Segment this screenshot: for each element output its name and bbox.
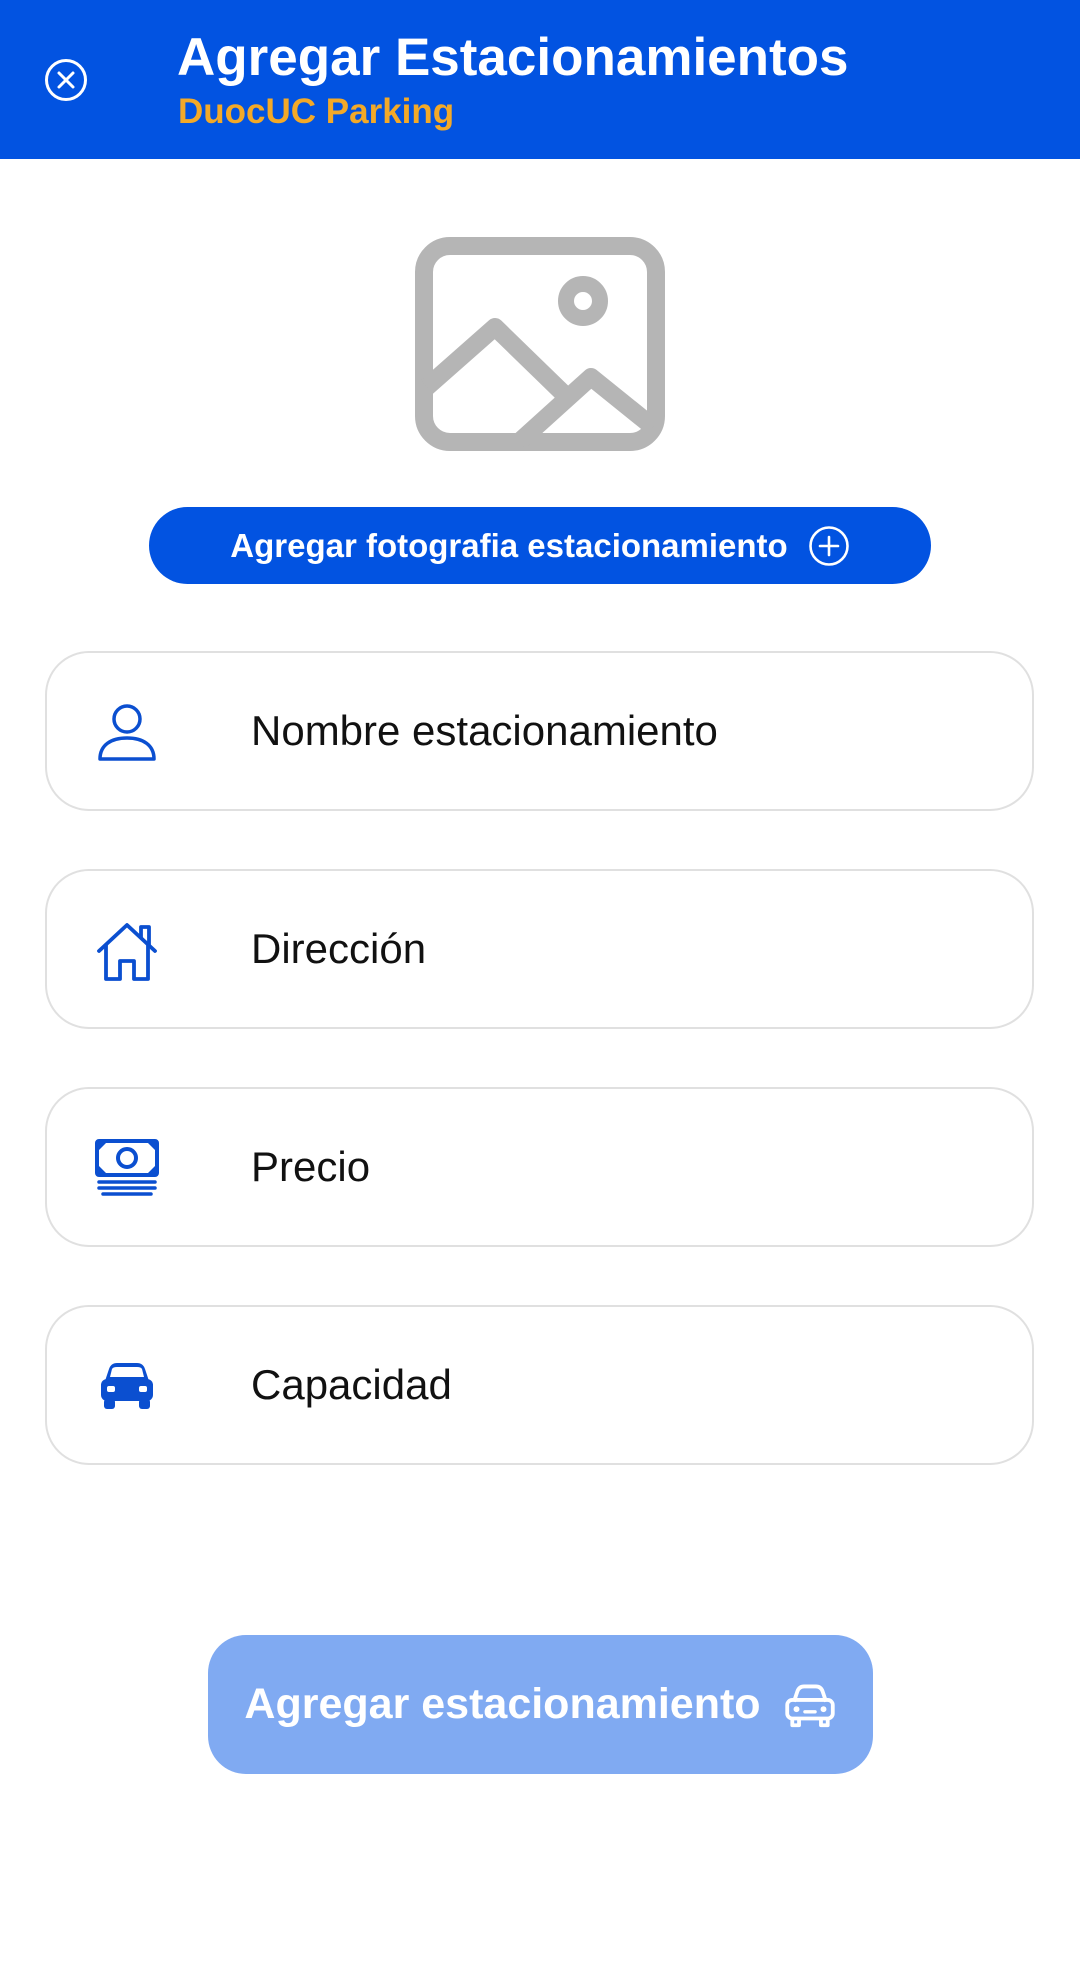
address-field[interactable]: Dirección	[45, 869, 1034, 1029]
price-field[interactable]: Precio	[45, 1087, 1034, 1247]
photo-preview	[415, 237, 665, 451]
parking-name-field[interactable]: Nombre estacionamiento	[45, 651, 1034, 811]
plus-circle-icon	[808, 525, 850, 567]
page-title: Agregar Estacionamientos	[177, 28, 849, 87]
car-icon	[95, 1355, 159, 1419]
add-photo-button[interactable]: Agregar fotografia estacionamiento	[149, 507, 931, 584]
car-icon	[783, 1678, 837, 1732]
price-placeholder: Precio	[251, 1143, 371, 1190]
money-icon	[95, 1137, 159, 1201]
add-parking-label: Agregar estacionamiento	[244, 1680, 761, 1728]
close-button[interactable]	[44, 58, 88, 102]
person-icon	[95, 701, 159, 765]
add-parking-button[interactable]: Agregar estacionamiento	[208, 1635, 873, 1774]
app-header: Agregar Estacionamientos DuocUC Parking	[0, 0, 1080, 159]
home-icon	[95, 919, 159, 983]
close-circle-icon	[45, 59, 87, 101]
parking-name-placeholder: Nombre estacionamiento	[251, 707, 718, 754]
address-placeholder: Dirección	[251, 925, 427, 972]
capacity-field[interactable]: Capacidad	[45, 1305, 1034, 1465]
add-photo-label: Agregar fotografia estacionamiento	[230, 526, 788, 564]
page-subtitle: DuocUC Parking	[178, 92, 455, 131]
image-placeholder-icon	[415, 237, 665, 451]
capacity-placeholder: Capacidad	[251, 1361, 452, 1408]
